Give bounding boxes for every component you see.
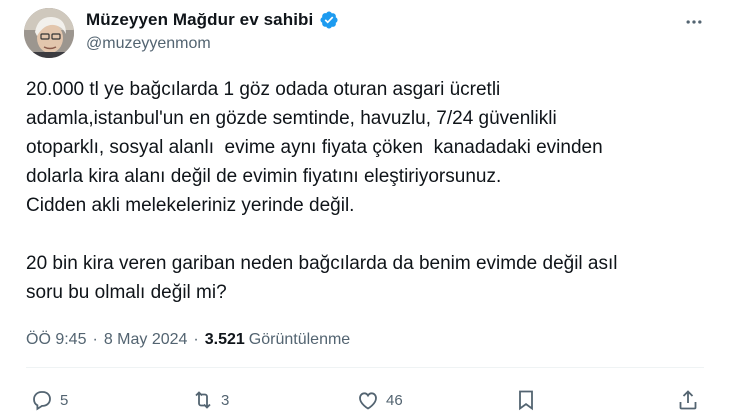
like-count: 46 xyxy=(386,391,403,409)
author-display-name[interactable]: Müzeyyen Mağdur ev sahibi xyxy=(86,10,313,30)
like-button[interactable]: 46 xyxy=(356,388,403,412)
like-icon xyxy=(359,392,377,410)
share-icon xyxy=(679,390,697,410)
tweet-time[interactable]: ÖÖ 9:45 xyxy=(26,331,86,349)
author-handle[interactable]: @muzeyyenmom xyxy=(86,35,211,53)
divider xyxy=(26,367,704,368)
repost-count: 3 xyxy=(221,391,230,409)
tweet-date[interactable]: 8 May 2024 xyxy=(104,331,188,349)
reply-icon xyxy=(33,391,51,411)
more-options-icon[interactable] xyxy=(684,12,704,32)
repost-icon xyxy=(195,391,211,409)
tweet-text-line: 20 bin kira veren gariban neden bağcılar… xyxy=(26,253,618,274)
author-name-row: Müzeyyen Mağdur ev sahibi xyxy=(86,10,339,30)
views-count: 3.521 xyxy=(204,331,245,348)
bookmark-button[interactable] xyxy=(514,388,538,412)
tweet-text-line: soru bu olmalı değil mi? xyxy=(26,282,227,303)
meta-separator: · xyxy=(193,331,199,348)
tweet-text: 20.000 tl ye bağcılarda 1 göz odada otur… xyxy=(26,75,706,307)
tweet-text-line: adamla,istanbul'un en gözde semtinde, ha… xyxy=(26,108,557,129)
reply-button[interactable]: 5 xyxy=(30,388,68,412)
tweet-text-line: 20.000 tl ye bağcılarda 1 göz odada otur… xyxy=(26,79,501,100)
tweet-text-line: dolarla kira alanı değil de evimin fiyat… xyxy=(26,166,502,187)
meta-separator: · xyxy=(92,331,98,348)
reply-count: 5 xyxy=(60,391,69,409)
tweet-text-line: otoparklı, sosyal alanlı evime aynı fiya… xyxy=(26,137,603,158)
tweet-text-line: Cidden akli melekeleriniz yerinde değil. xyxy=(26,195,355,216)
action-bar: 5 3 46 xyxy=(26,388,704,418)
share-button[interactable] xyxy=(676,388,700,412)
tweet-meta: ÖÖ 9:45 · 8 May 2024 · 3.521 Görüntülenm… xyxy=(26,331,350,349)
avatar[interactable] xyxy=(24,8,74,58)
bookmark-icon xyxy=(519,390,533,411)
views-label: Görüntülenme xyxy=(248,331,351,348)
repost-button[interactable]: 3 xyxy=(191,388,229,412)
verified-badge-icon[interactable] xyxy=(319,10,339,30)
